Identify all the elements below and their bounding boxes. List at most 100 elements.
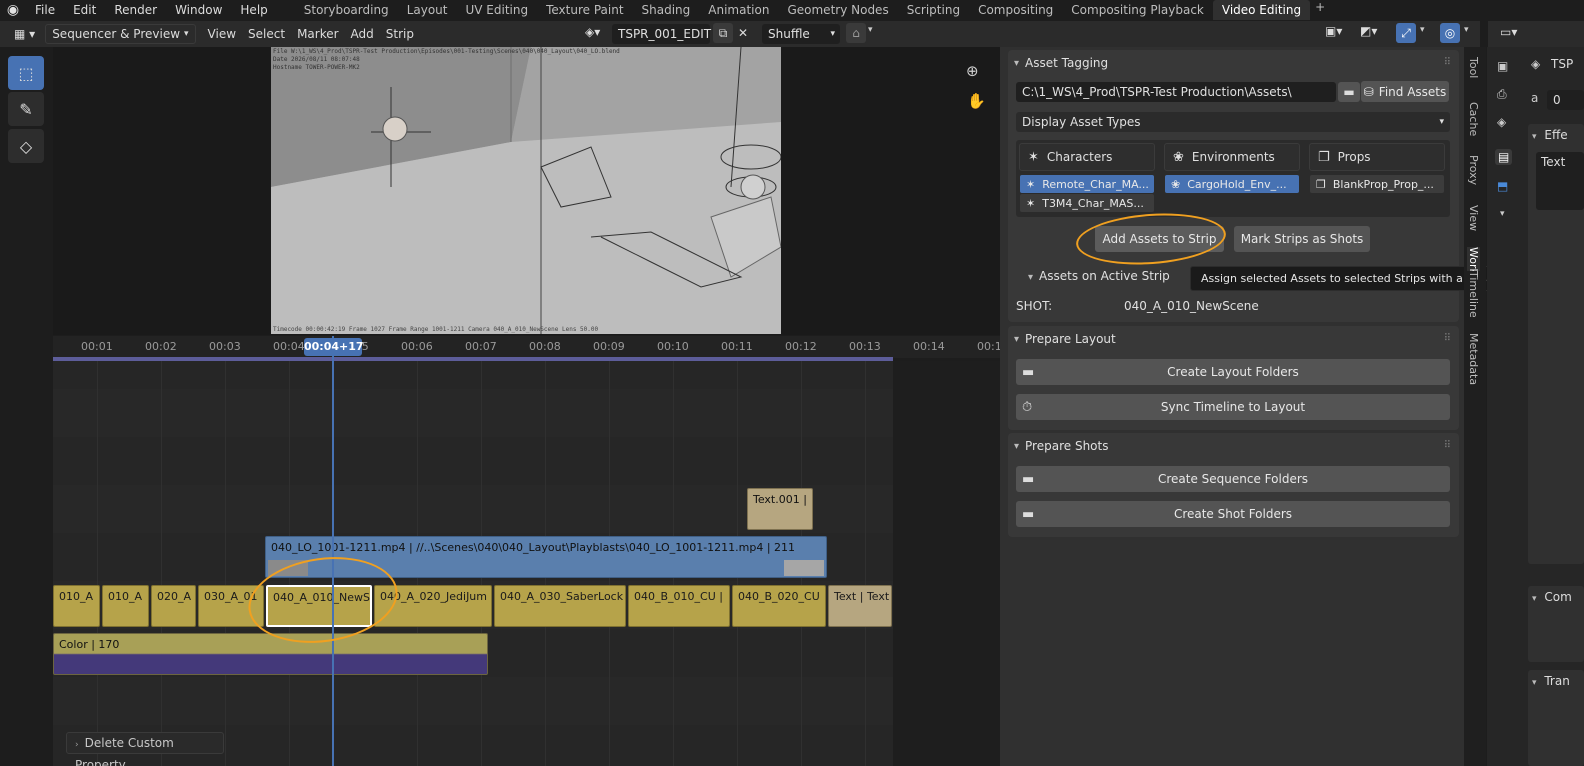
menu-marker[interactable]: Marker bbox=[291, 24, 344, 44]
tab-animation[interactable]: Animation bbox=[699, 0, 778, 20]
tab-timeline[interactable]: Timeline bbox=[1467, 271, 1480, 317]
prepare-layout-header[interactable]: ▾ Prepare Layout bbox=[1008, 326, 1459, 352]
tab-storyboarding[interactable]: Storyboarding bbox=[295, 0, 398, 20]
environment-icon: ❀ bbox=[1173, 149, 1184, 165]
overlay-icon[interactable]: ◎ bbox=[1440, 23, 1460, 43]
display-asset-types-dropdown[interactable]: Display Asset Types ▾ bbox=[1016, 112, 1450, 132]
snap-icon[interactable]: ⌂ bbox=[846, 23, 866, 43]
editor-type-icon[interactable]: ▦ ▾ bbox=[8, 24, 41, 44]
zoom-icon[interactable]: ⊕ bbox=[966, 62, 979, 80]
drag-grip-icon[interactable]: ⠿ bbox=[1444, 440, 1451, 451]
add-workspace-button[interactable]: + bbox=[1310, 0, 1330, 20]
tab-compositing-playback[interactable]: Compositing Playback bbox=[1062, 0, 1213, 20]
menu-file[interactable]: File bbox=[26, 0, 64, 20]
timeline-ruler[interactable]: 00:01 00:02 00:03 00:04 00:05 00:06 00:0… bbox=[53, 336, 1000, 358]
blade-tool-icon[interactable]: ◇ bbox=[8, 129, 44, 163]
color-strip[interactable]: Color | 170 bbox=[53, 633, 488, 675]
tab-tool[interactable]: Tool bbox=[1467, 57, 1480, 78]
menu-edit[interactable]: Edit bbox=[64, 0, 105, 20]
playhead[interactable] bbox=[332, 336, 334, 766]
assets-on-active-strip-header[interactable]: ▾ Assets on Active Strip bbox=[1028, 269, 1170, 283]
scene-strip[interactable]: 010_A bbox=[53, 585, 100, 627]
menu-view[interactable]: View bbox=[202, 24, 242, 44]
column-props[interactable]: ❐ Props bbox=[1309, 143, 1445, 171]
text-strip[interactable]: Text.001 | bbox=[747, 488, 813, 530]
column-characters[interactable]: ✶ Characters bbox=[1019, 143, 1155, 171]
scene-strip[interactable]: 040_B_010_CU | bbox=[628, 585, 730, 627]
tab-metadata[interactable]: Metadata bbox=[1467, 333, 1480, 385]
copy-scene-icon[interactable]: ⧉ bbox=[713, 23, 733, 43]
folder-icon[interactable]: ▬ bbox=[1338, 82, 1360, 102]
menu-strip[interactable]: Strip bbox=[380, 24, 420, 44]
redo-panel-delete-custom-property[interactable]: › Delete Custom Property bbox=[66, 732, 224, 766]
overlap-mode-dropdown[interactable]: Shuffle ▾ bbox=[762, 24, 840, 44]
tab-view[interactable]: View bbox=[1467, 205, 1480, 231]
asset-item[interactable]: ❀ CargoHold_Env_... bbox=[1165, 175, 1299, 193]
drag-grip-icon[interactable]: ⠿ bbox=[1444, 333, 1451, 344]
asset-tagging-header[interactable]: ▾ Asset Tagging bbox=[1008, 50, 1459, 76]
create-shot-folders-button[interactable]: ▬ Create Shot Folders bbox=[1016, 501, 1450, 527]
composite-panel[interactable]: ▾ Com bbox=[1528, 586, 1584, 662]
tab-shading[interactable]: Shading bbox=[633, 0, 700, 20]
menu-add[interactable]: Add bbox=[345, 24, 380, 44]
tab-texture-paint[interactable]: Texture Paint bbox=[537, 0, 632, 20]
tab-cache[interactable]: Cache bbox=[1467, 102, 1480, 136]
tab-compositing[interactable]: Compositing bbox=[969, 0, 1062, 20]
text-strip[interactable]: Text | Text bbox=[828, 585, 892, 627]
scene-icon[interactable]: ◈ bbox=[1497, 115, 1506, 129]
render-icon[interactable]: ▣ bbox=[1497, 59, 1508, 73]
tab-video-editing[interactable]: Video Editing bbox=[1212, 0, 1311, 20]
view-mode-dropdown[interactable]: Sequencer & Preview ▾ bbox=[45, 24, 196, 44]
sync-timeline-button[interactable]: ⏱ Sync Timeline to Layout bbox=[1016, 394, 1450, 420]
blender-logo-icon[interactable]: ◉ bbox=[0, 0, 26, 20]
create-layout-folders-button[interactable]: ▬ Create Layout Folders bbox=[1016, 359, 1450, 385]
chevron-down-icon[interactable]: ▾ bbox=[1420, 25, 1425, 35]
effect-panel[interactable]: ▾ Effe Text bbox=[1528, 124, 1584, 564]
find-assets-button[interactable]: ⛁ Find Assets bbox=[1361, 81, 1449, 102]
output-icon[interactable]: ⎙ bbox=[1497, 87, 1507, 102]
select-box-tool-icon[interactable]: ⬚ bbox=[8, 56, 44, 90]
grid-line bbox=[97, 361, 98, 766]
annotate-tool-icon[interactable]: ✎ bbox=[8, 92, 44, 126]
scene-icon[interactable]: ◈▾ bbox=[585, 25, 600, 39]
chevron-down-icon[interactable]: ▾ bbox=[868, 25, 873, 35]
scene-strip[interactable]: 040_B_020_CU bbox=[732, 585, 826, 627]
channels-icon[interactable]: ◩▾ bbox=[1360, 24, 1377, 38]
display-mode-icon[interactable]: ▣▾ bbox=[1325, 24, 1342, 38]
current-frame-indicator[interactable]: 00:04+17 bbox=[304, 338, 364, 356]
text-field[interactable]: Text bbox=[1536, 152, 1584, 210]
tab-uv-editing[interactable]: UV Editing bbox=[456, 0, 537, 20]
modifier-icon[interactable]: ⬒ bbox=[1497, 179, 1508, 193]
prepare-shots-header[interactable]: ▾ Prepare Shots bbox=[1008, 433, 1459, 459]
mark-strips-as-shots-button[interactable]: Mark Strips as Shots bbox=[1234, 226, 1370, 252]
transform-panel[interactable]: ▾ Tran bbox=[1528, 670, 1584, 766]
hand-pan-icon[interactable]: ✋ bbox=[967, 92, 986, 110]
scene-strip[interactable]: 040_A_030_SaberLock bbox=[494, 585, 626, 627]
chevron-down-icon[interactable]: ▾ bbox=[1500, 209, 1505, 219]
drag-grip-icon[interactable]: ⠿ bbox=[1444, 57, 1451, 68]
strip-icon[interactable]: ▤ bbox=[1495, 149, 1513, 165]
asset-item[interactable]: ✶ Remote_Char_MA... bbox=[1020, 175, 1154, 193]
chevron-down-icon[interactable]: ▾ bbox=[1464, 25, 1469, 35]
tab-scripting[interactable]: Scripting bbox=[898, 0, 969, 20]
scene-strip[interactable]: 010_A bbox=[102, 585, 149, 627]
scene-strip[interactable]: 020_A bbox=[151, 585, 196, 627]
menu-render[interactable]: Render bbox=[105, 0, 166, 20]
tab-layout[interactable]: Layout bbox=[398, 0, 457, 20]
asset-item[interactable]: ❐ BlankProp_Prop_... bbox=[1310, 175, 1444, 193]
tab-proxy[interactable]: Proxy bbox=[1467, 155, 1480, 185]
column-environments[interactable]: ❀ Environments bbox=[1164, 143, 1300, 171]
asset-item[interactable]: ✶ T3M4_Char_MAS... bbox=[1020, 194, 1154, 212]
editor-type-icon[interactable]: ▭▾ bbox=[1500, 25, 1517, 39]
menu-help[interactable]: Help bbox=[231, 0, 276, 20]
gizmo-icon[interactable]: ⤢ bbox=[1396, 23, 1416, 43]
scene-name-field[interactable]: TSPR_001_EDIT bbox=[612, 24, 711, 44]
tab-geometry-nodes[interactable]: Geometry Nodes bbox=[778, 0, 897, 20]
create-sequence-folders-button[interactable]: ▬ Create Sequence Folders bbox=[1016, 466, 1450, 492]
menu-select[interactable]: Select bbox=[242, 24, 291, 44]
close-icon[interactable]: ✕ bbox=[734, 23, 752, 43]
asset-path-field[interactable]: C:\1_WS\4_Prod\TSPR-Test Production\Asse… bbox=[1016, 82, 1336, 102]
value-field[interactable]: 0 bbox=[1547, 90, 1584, 110]
tab-workflow[interactable]: Workflow bbox=[1467, 247, 1480, 271]
menu-window[interactable]: Window bbox=[166, 0, 231, 20]
